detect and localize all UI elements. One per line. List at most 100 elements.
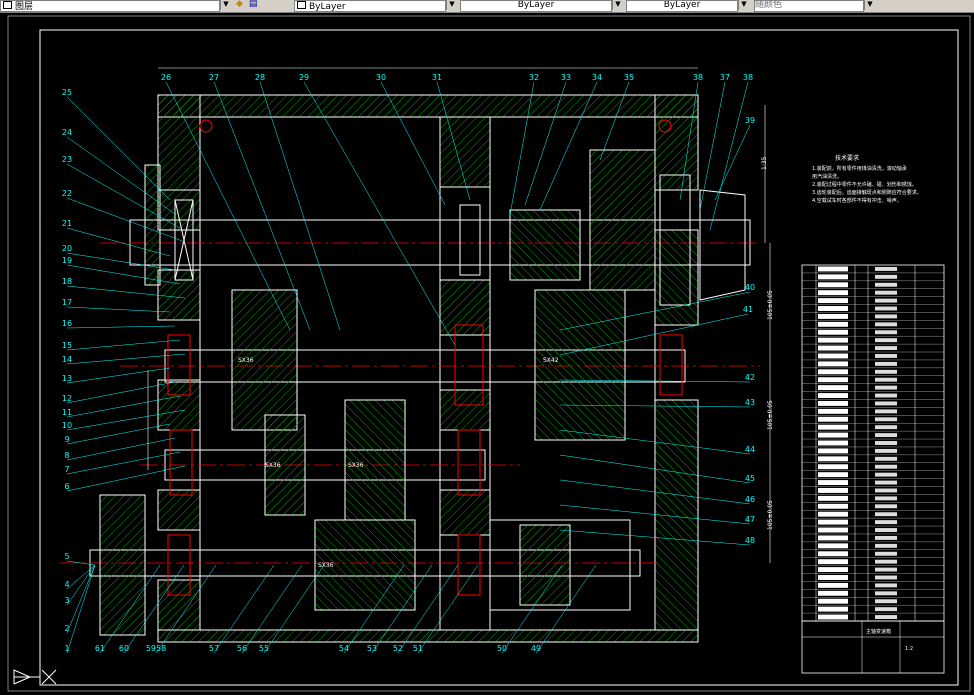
- part-number-balloon: 20: [62, 244, 72, 253]
- bom-row-text: [818, 416, 848, 422]
- bom-row-material: [875, 591, 897, 596]
- part-number-balloon: 30: [376, 73, 386, 82]
- bom-row-material: [875, 567, 897, 572]
- color-dropdown[interactable]: ByLayer: [294, 0, 446, 12]
- bom-row-text: [818, 519, 848, 525]
- bom-row-text: [818, 353, 848, 359]
- bom-row-material: [875, 512, 897, 517]
- bom-row-material: [875, 298, 897, 303]
- part-number-balloon: 55: [259, 644, 269, 653]
- dim-label: 105±0.05: [767, 400, 774, 430]
- part-number-balloon: 6: [64, 482, 69, 491]
- bom-row-material: [875, 615, 897, 619]
- part-number-balloon: 2: [64, 624, 69, 633]
- chevron-down-icon[interactable]: ▼: [612, 0, 623, 10]
- linetype-value: ByLayer: [517, 0, 555, 10]
- chevron-down-icon[interactable]: ▼: [864, 0, 875, 10]
- part-number-balloon: 34: [592, 73, 602, 82]
- part-number-balloon: 31: [432, 73, 442, 82]
- bom-row-text: [818, 274, 848, 280]
- bom-row-material: [875, 369, 897, 374]
- part-number-balloon: 48: [745, 536, 755, 545]
- bom-row-material: [875, 599, 897, 604]
- bom-row-material: [875, 496, 897, 501]
- part-number-balloon: 37: [720, 73, 730, 82]
- leader-line: [66, 465, 186, 492]
- bom-row-text: [818, 464, 848, 470]
- part-number-balloon: 56: [237, 644, 247, 653]
- part-number-balloon: 60: [119, 644, 129, 653]
- part-number-balloon: 44: [745, 445, 755, 454]
- part-number-balloon: 7: [64, 465, 69, 474]
- chevron-down-icon[interactable]: ▼: [220, 0, 231, 10]
- part-number-balloon: 1: [64, 644, 69, 653]
- part-number-balloon: 13: [62, 374, 72, 383]
- bom-row-material: [875, 559, 897, 564]
- part-number-balloon: 19: [62, 256, 72, 265]
- bom-row-material: [875, 583, 897, 588]
- layer-color-icon: [3, 1, 12, 9]
- leader-line: [66, 339, 181, 351]
- shaft-label: SX36: [238, 357, 254, 364]
- plotstyle-dropdown[interactable]: 随颜色: [754, 0, 864, 12]
- shaft-label: SX36: [265, 462, 281, 469]
- leader-line: [66, 564, 96, 654]
- shaft-label: SX42: [543, 357, 559, 364]
- color-value: ByLayer: [309, 2, 346, 12]
- part-number-balloon: 5: [64, 552, 69, 561]
- shaft-label: SX36: [348, 462, 364, 469]
- bom-row-material: [875, 480, 897, 485]
- leader-line: [66, 96, 171, 201]
- part-number-balloon: 51: [413, 644, 423, 653]
- leader-line: [709, 81, 749, 231]
- bom-row-material: [875, 504, 897, 509]
- part-number-balloon: 9: [64, 435, 69, 444]
- part-number-balloon: 41: [743, 305, 753, 314]
- lineweight-dropdown[interactable]: ByLayer: [626, 0, 738, 12]
- linetype-dropdown[interactable]: ByLayer: [460, 0, 612, 12]
- leader-line: [599, 81, 630, 161]
- bom-row-text: [818, 559, 848, 565]
- lineweight-value: ByLayer: [663, 0, 701, 10]
- part-number-balloon: 38: [743, 73, 753, 82]
- leader-line: [66, 367, 171, 384]
- color-swatch-icon: [297, 1, 306, 9]
- chevron-down-icon[interactable]: ▼: [738, 0, 749, 10]
- layer-dropdown[interactable]: 图层: [0, 0, 220, 12]
- bom-row-material: [875, 488, 897, 493]
- bom-row-text: [818, 408, 848, 414]
- part-number-balloon: 35: [624, 73, 634, 82]
- bom-row-material: [875, 306, 897, 311]
- bom-row-text: [818, 377, 848, 383]
- bom-row-material: [875, 448, 897, 453]
- bom-row-material: [875, 520, 897, 525]
- drawing-canvas[interactable]: 1:35 105±0.05 105±0.05 105±0.05 SX36 SX4…: [0, 12, 974, 695]
- part-number-balloon: 40: [745, 283, 755, 292]
- bom-row-material: [875, 314, 897, 319]
- part-number-balloon: 32: [529, 73, 539, 82]
- bom-row-material: [875, 330, 897, 335]
- part-number-balloon: 49: [531, 644, 541, 653]
- bom-row-text: [818, 329, 848, 335]
- bom-row-text: [818, 440, 848, 446]
- part-number-balloon: 46: [745, 495, 755, 504]
- part-number-balloon: 26: [161, 73, 171, 82]
- part-number-balloon: 25: [62, 88, 72, 97]
- layer-tools[interactable]: ◆ ▤: [236, 0, 282, 10]
- bom-row-text: [818, 606, 848, 612]
- ucs-icon: [13, 669, 57, 685]
- bom-row-material: [875, 409, 897, 414]
- chevron-down-icon[interactable]: ▼: [446, 0, 457, 10]
- bom-row-text: [818, 432, 848, 438]
- bom-row-material: [875, 401, 897, 406]
- bom-row-text: [818, 321, 848, 327]
- part-number-balloon: 11: [62, 408, 72, 417]
- leader-line: [66, 306, 171, 313]
- bom-row-material: [875, 346, 897, 351]
- bom-row-text: [818, 472, 848, 478]
- bom-row-text: [818, 290, 848, 296]
- bom-row-material: [875, 322, 897, 327]
- bom-row-text: [818, 282, 848, 288]
- bom-row-material: [875, 417, 897, 422]
- bom-row-text: [818, 488, 848, 493]
